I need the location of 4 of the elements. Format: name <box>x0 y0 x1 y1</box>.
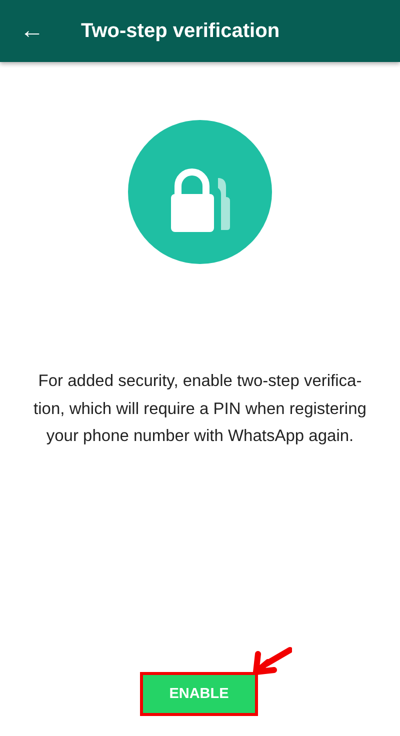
padlock-icon <box>128 120 272 264</box>
back-button[interactable]: ← <box>20 19 44 43</box>
description-text: For added security, enable two-step verifica- tion, which will require a PIN when registering your phone number with WhatsApp again. <box>32 371 368 447</box>
screen-title: Two-step verification <box>81 20 280 42</box>
